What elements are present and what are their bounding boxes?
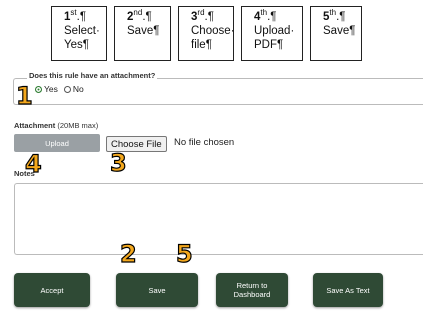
step-mark: .¶ — [336, 11, 346, 23]
accept-button[interactable]: Accept — [14, 273, 90, 307]
attachment-radio-group: Yes No — [35, 84, 90, 94]
radio-no[interactable] — [63, 85, 71, 93]
step-text: Upload· — [254, 25, 295, 37]
step-mark: .¶ — [267, 11, 277, 23]
callout-step-3: 3 — [109, 149, 127, 177]
step-cell-4: 4th.¶ Upload· PDF¶ — [241, 6, 303, 61]
step-mark: .¶ — [76, 11, 87, 23]
notes-textarea[interactable] — [14, 183, 423, 255]
step-mark: .¶ — [142, 11, 152, 23]
return-to-dashboard-button[interactable]: Return to Dashboard — [216, 273, 288, 307]
callout-step-2: 2 — [119, 240, 137, 268]
step-text: Yes¶ — [64, 39, 89, 51]
attachment-label-text: Attachment — [14, 121, 56, 130]
step-text: Select· — [64, 25, 100, 37]
radio-yes-label[interactable]: Yes — [44, 84, 58, 94]
no-file-chosen-text: No file chosen — [174, 137, 235, 148]
step-text: file¶ — [191, 39, 212, 51]
attachment-size-limit: (20MB max) — [57, 121, 99, 130]
step-cell-2: 2nd.¶ Save¶ — [114, 6, 171, 61]
attachment-label: Attachment (20MB max) — [14, 121, 98, 130]
callout-step-1: 1 — [15, 82, 33, 110]
radio-no-label[interactable]: No — [73, 84, 84, 94]
step-text: Save¶ — [127, 25, 160, 37]
step-table: 1st.¶ Select· Yes¶ 2nd.¶ Save¶ 3rd.¶ Cho… — [51, 6, 362, 61]
step-text: Save¶ — [323, 25, 356, 37]
step-text: Choose· — [191, 25, 235, 37]
return-button-label: Return to Dashboard — [234, 281, 271, 299]
step-mark: .¶ — [204, 11, 214, 23]
step-cell-5: 5th.¶ Save¶ — [310, 6, 362, 61]
return-label-line2: Dashboard — [233, 290, 271, 299]
save-button[interactable]: Save — [116, 273, 198, 307]
step-cell-1: 1st.¶ Select· Yes¶ — [51, 6, 107, 61]
attachment-question-legend: Does this rule have an attachment? — [27, 71, 158, 80]
step-ordinal-suffix: nd — [133, 8, 143, 18]
callout-step-5: 5 — [175, 240, 193, 268]
step-text: PDF¶ — [254, 39, 284, 51]
save-as-text-button[interactable]: Save As Text — [313, 273, 383, 307]
callout-step-4: 4 — [24, 150, 42, 178]
step-cell-3: 3rd.¶ Choose· file¶ — [178, 6, 234, 61]
radio-yes[interactable] — [35, 85, 42, 93]
return-label-line1: Return to — [236, 281, 268, 290]
step-ordinal-suffix: rd — [197, 8, 205, 18]
